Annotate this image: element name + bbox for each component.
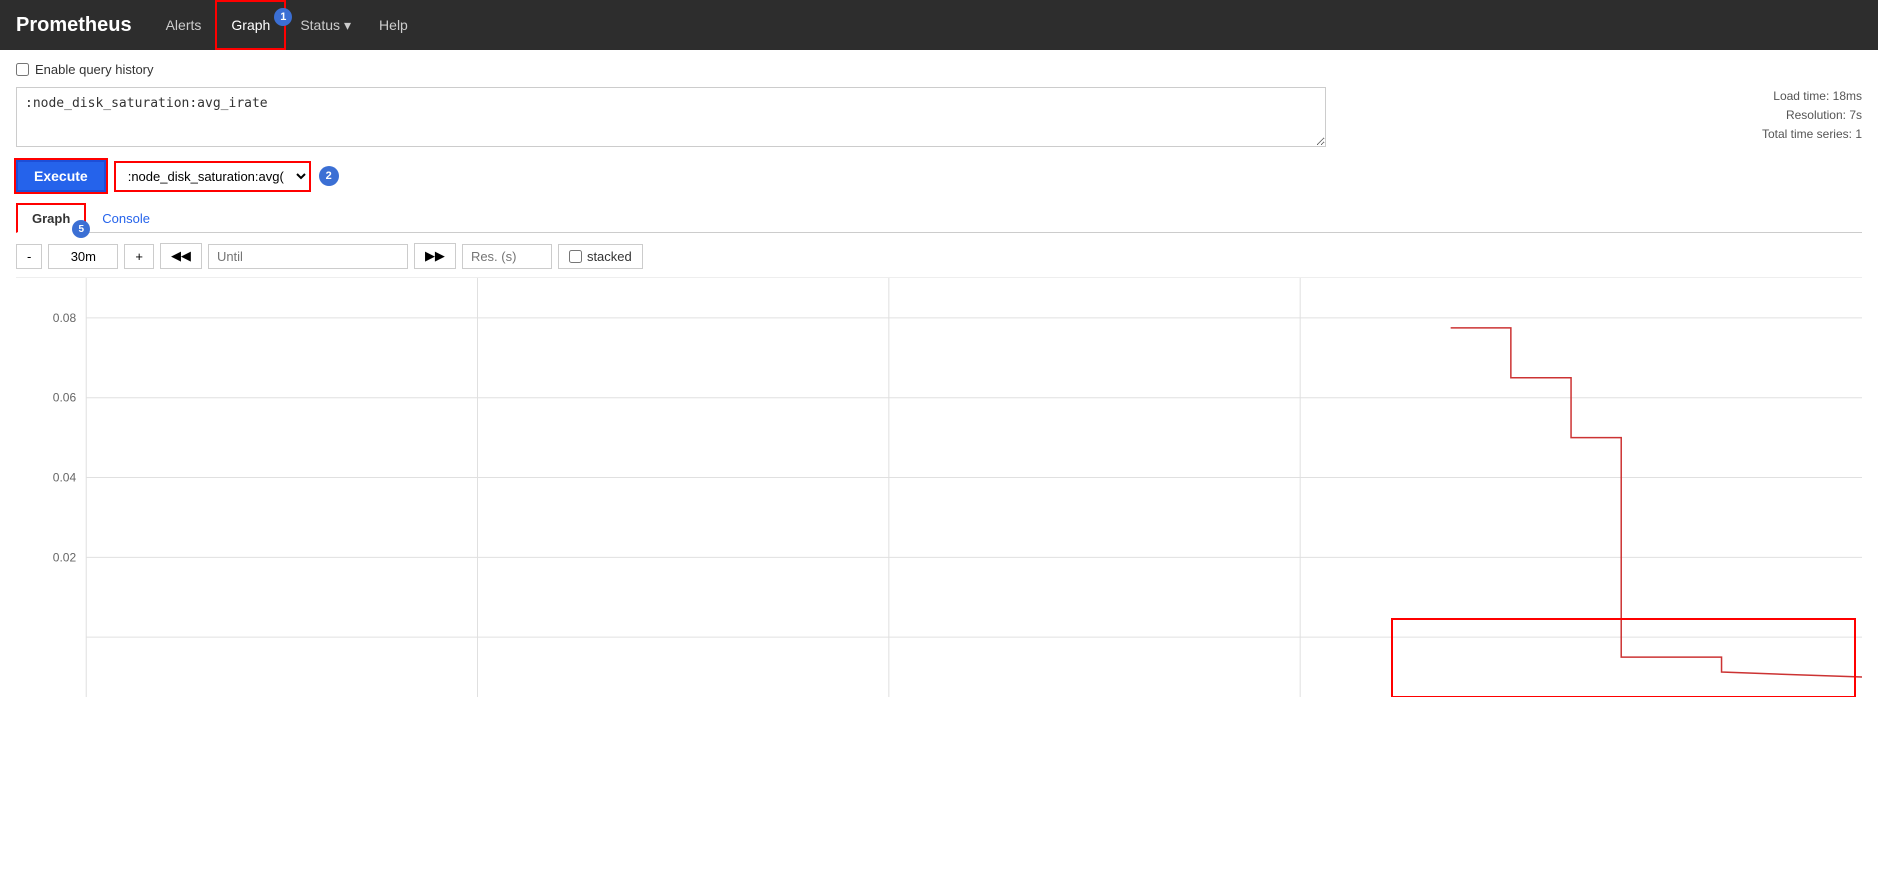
enable-history-checkbox[interactable] — [16, 63, 29, 76]
execute-badge-2: 2 — [319, 166, 339, 186]
stacked-checkbox[interactable] — [569, 250, 582, 263]
nav-graph-label: Graph — [231, 17, 270, 33]
until-input[interactable] — [208, 244, 408, 269]
time-back-button[interactable]: ◀◀ — [160, 243, 202, 269]
tab-console[interactable]: Console — [88, 205, 164, 232]
tab-graph-badge: 5 — [72, 220, 90, 238]
duration-minus-button[interactable]: - — [16, 244, 42, 269]
status-dropdown-icon: ▾ — [344, 17, 351, 34]
execute-row: Execute :node_disk_saturation:avg( 2 — [16, 160, 1862, 192]
nav-alerts[interactable]: Alerts — [152, 0, 216, 50]
query-area-container: :node_disk_saturation:avg_irate Load tim… — [16, 87, 1862, 150]
nav-graph[interactable]: Graph 1 — [215, 0, 286, 50]
nav-help[interactable]: Help — [365, 0, 422, 50]
nav-status[interactable]: Status ▾ — [286, 0, 365, 50]
controls-bar: - + ◀◀ ▶▶ stacked — [16, 243, 1862, 269]
enable-history-row: Enable query history — [16, 62, 1862, 77]
chart-area: 0.08 0.06 0.04 0.02 5 — [16, 277, 1862, 697]
stacked-label-text: stacked — [587, 249, 632, 264]
svg-text:0.08: 0.08 — [53, 311, 77, 325]
svg-text:0.02: 0.02 — [53, 550, 77, 564]
tab-graph-label: Graph — [32, 211, 70, 226]
duration-input[interactable] — [48, 244, 118, 269]
brand-logo[interactable]: Prometheus — [16, 14, 132, 37]
duration-plus-button[interactable]: + — [124, 244, 154, 269]
resolution-input[interactable] — [462, 244, 552, 269]
nav-status-label: Status — [300, 17, 340, 33]
svg-text:0.04: 0.04 — [53, 471, 77, 485]
chart-svg: 0.08 0.06 0.04 0.02 — [16, 278, 1862, 697]
tabs-row: Graph 5 Console — [16, 202, 1862, 233]
time-range-select[interactable]: :node_disk_saturation:avg( — [114, 161, 311, 192]
load-time: Load time: 18ms — [1762, 87, 1862, 106]
svg-text:0.06: 0.06 — [53, 391, 77, 405]
time-forward-button[interactable]: ▶▶ — [414, 243, 456, 269]
main-content: Enable query history :node_disk_saturati… — [0, 50, 1878, 709]
execute-button[interactable]: Execute — [16, 160, 106, 192]
total-series: Total time series: 1 — [1762, 125, 1862, 144]
navbar: Prometheus Alerts Graph 1 Status ▾ Help — [0, 0, 1878, 50]
resolution: Resolution: 7s — [1762, 106, 1862, 125]
load-info: Load time: 18ms Resolution: 7s Total tim… — [1762, 87, 1862, 145]
tab-graph[interactable]: Graph 5 — [16, 203, 86, 233]
query-input[interactable]: :node_disk_saturation:avg_irate — [16, 87, 1326, 147]
stacked-checkbox-label[interactable]: stacked — [558, 244, 643, 269]
enable-history-label[interactable]: Enable query history — [35, 62, 154, 77]
